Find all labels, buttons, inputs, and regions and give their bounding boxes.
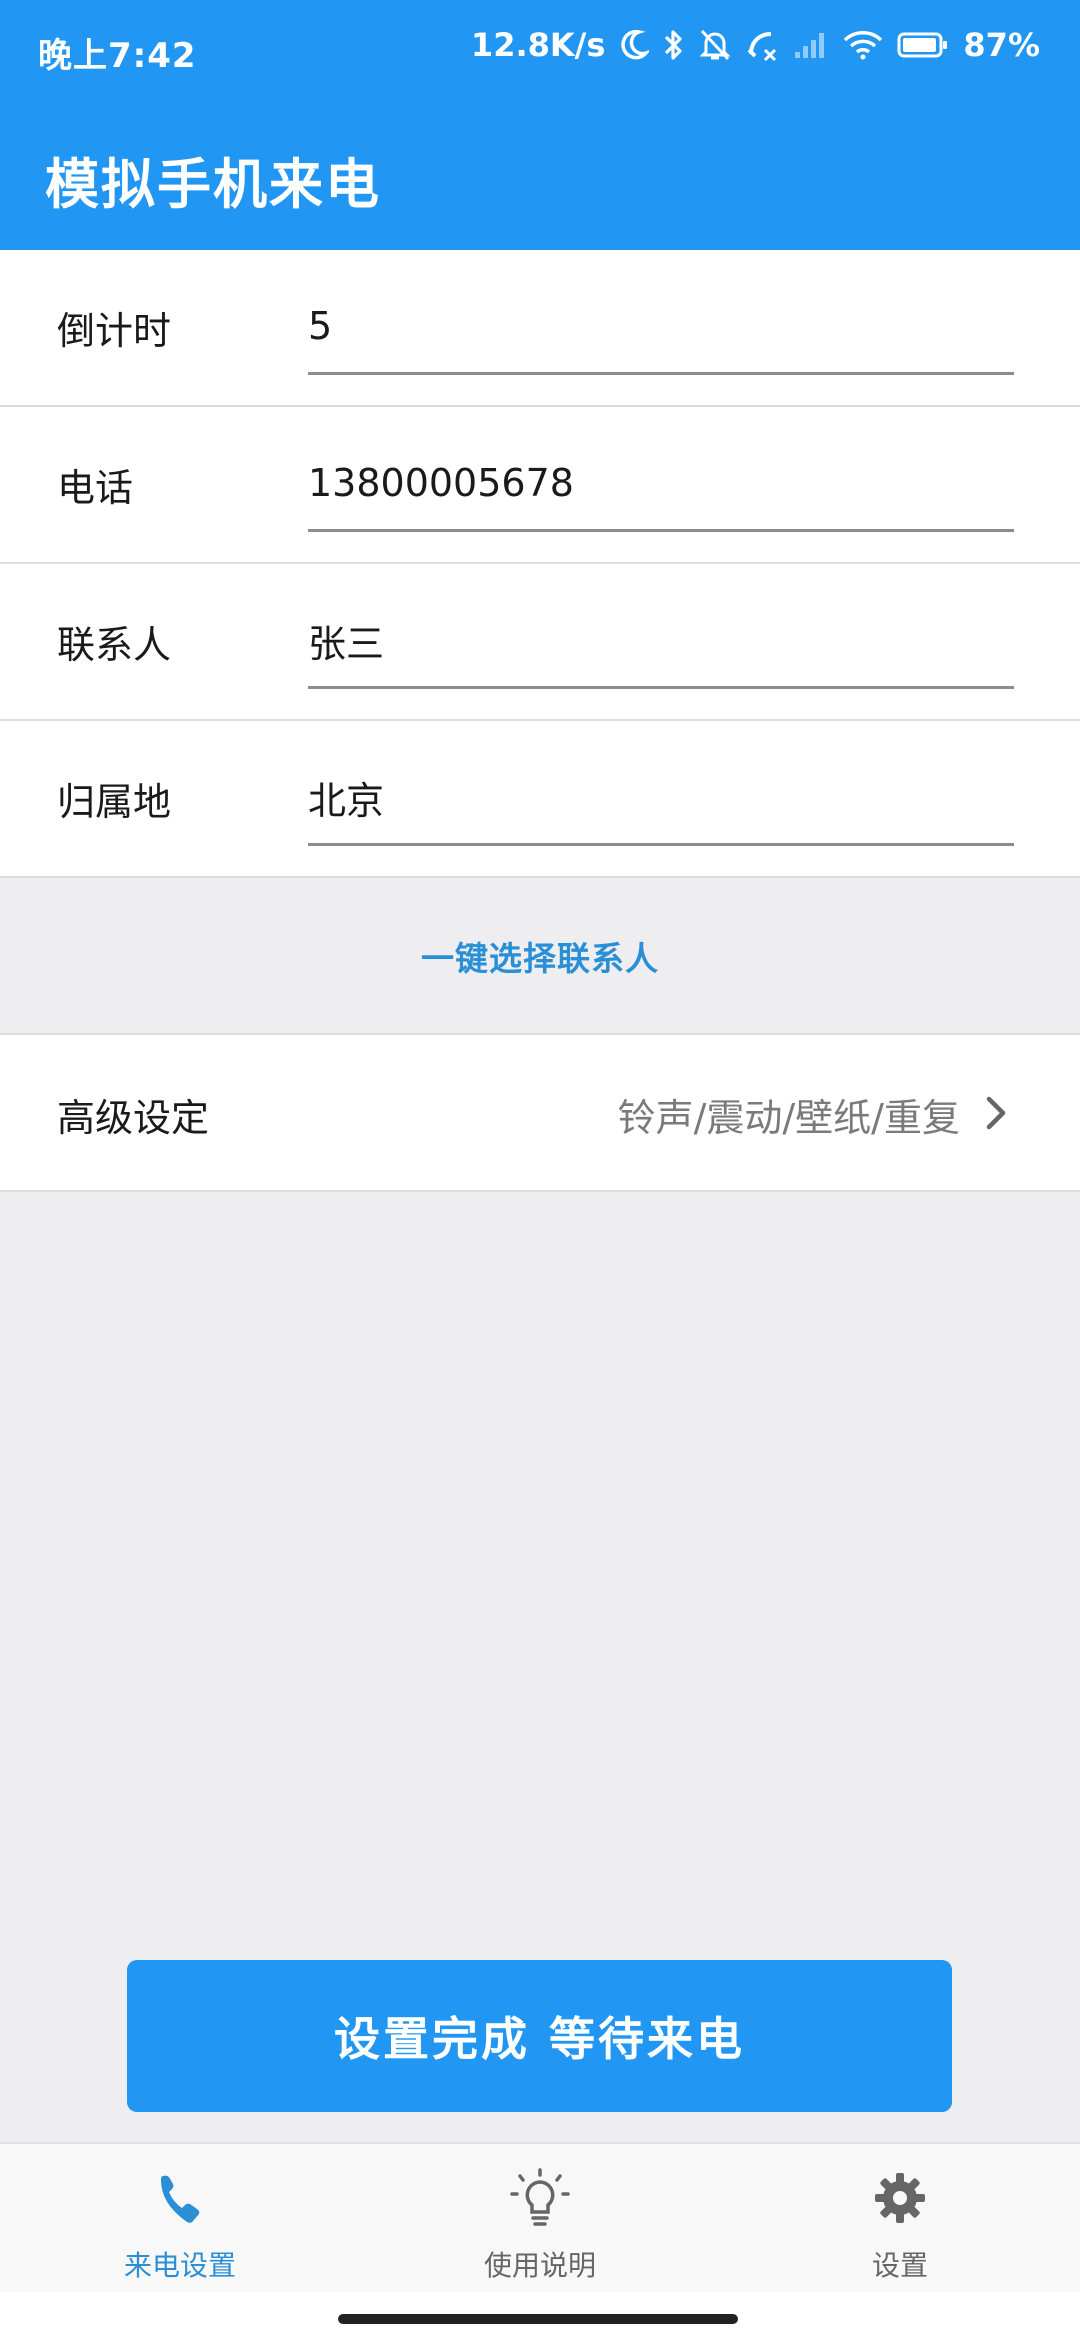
countdown-input[interactable] [308, 280, 1014, 372]
chevron-right-icon [984, 1095, 1008, 1135]
nav-item-call-settings[interactable]: 来电设置 [0, 2144, 360, 2294]
call-forward-icon [745, 28, 779, 62]
pick-contact-button[interactable]: 一键选择联系人 [0, 878, 1080, 1035]
nav-item-settings[interactable]: 设置 [720, 2144, 1080, 2294]
status-time: 晚上7:42 [38, 36, 197, 76]
contact-label: 联系人 [57, 623, 172, 667]
phone-label: 电话 [57, 466, 134, 510]
gesture-handle[interactable] [338, 2314, 738, 2324]
nav-item-instructions[interactable]: 使用说明 [360, 2144, 720, 2294]
page-title: 模拟手机来电 [45, 153, 381, 216]
status-bar: 晚上7:42 12.8K/s 87% [0, 0, 1080, 95]
top-blue-header: 晚上7:42 12.8K/s 87% 模拟手机来电 [0, 0, 1080, 250]
signal-icon [793, 30, 829, 60]
battery-icon [897, 31, 949, 59]
advanced-settings-row[interactable]: 高级设定 铃声/震动/壁纸/重复 [0, 1035, 1080, 1192]
contact-field-wrap [308, 594, 1014, 689]
location-label: 归属地 [57, 780, 172, 824]
nav-label-instructions: 使用说明 [483, 2249, 596, 2282]
gear-icon [872, 2166, 928, 2230]
moon-icon [619, 29, 650, 61]
contact-row: 联系人 [0, 564, 1080, 721]
pick-contact-label: 一键选择联系人 [421, 938, 659, 978]
countdown-field-wrap [308, 280, 1014, 375]
countdown-label: 倒计时 [57, 309, 172, 353]
bluetooth-icon [663, 28, 685, 62]
nav-label-call-settings: 来电设置 [123, 2249, 236, 2282]
phone-row: 电话 [0, 407, 1080, 564]
wifi-icon [843, 30, 883, 60]
bell-muted-icon [699, 28, 732, 62]
advanced-settings-value: 铃声/震动/壁纸/重复 [617, 1096, 960, 1140]
call-settings-form: 倒计时 电话 联系人 归属地 一键选择联系人 高级设定 铃声/震动/壁纸/重复 [0, 250, 1080, 1192]
gesture-area [0, 2292, 1080, 2340]
phone-icon [157, 2166, 203, 2230]
location-input[interactable] [308, 751, 1014, 843]
location-row: 归属地 [0, 721, 1080, 878]
phone-field-wrap [308, 437, 1014, 532]
phone-input[interactable] [308, 437, 1014, 529]
countdown-row: 倒计时 [0, 250, 1080, 407]
lightbulb-icon [508, 2166, 572, 2230]
bottom-nav: 来电设置 使用说明 设置 [0, 2142, 1080, 2294]
nav-label-settings: 设置 [871, 2249, 928, 2282]
contact-input[interactable] [308, 594, 1014, 686]
confirm-wait-call-button[interactable]: 设置完成 等待来电 [127, 1960, 952, 2112]
status-icons: 12.8K/s 87% [471, 26, 1040, 64]
location-field-wrap [308, 751, 1014, 846]
network-speed: 12.8K/s [470, 26, 606, 64]
battery-percent: 87% [963, 26, 1040, 64]
advanced-settings-label: 高级设定 [57, 1096, 210, 1140]
